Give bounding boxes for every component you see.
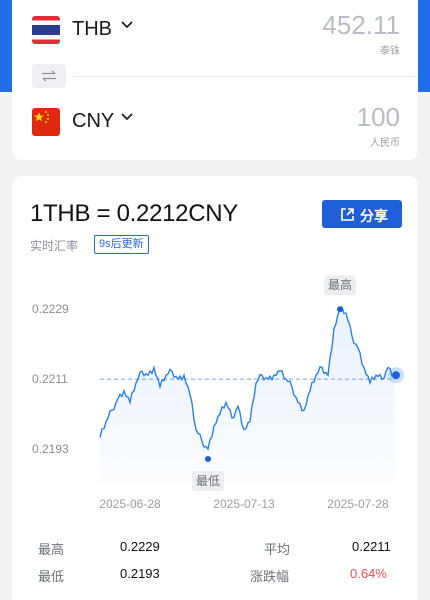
- high-label: 最高: [38, 542, 65, 557]
- update-countdown-badge: 9s后更新: [94, 235, 149, 254]
- rate-line-chart[interactable]: 0.2229 0.2211 0.2193 2025-06-28 2025-07-13 2…: [12, 272, 418, 522]
- avg-value: 0.2211: [352, 539, 391, 554]
- share-external-icon: [341, 208, 354, 221]
- low-value: 0.2193: [120, 566, 160, 581]
- share-button[interactable]: 分享: [322, 200, 402, 228]
- to-currency-code[interactable]: CNY: [72, 110, 114, 133]
- chevron-down-icon[interactable]: [120, 20, 134, 30]
- to-currency-unit: 人民币: [370, 138, 400, 149]
- rate-chart-card: 1THB = 0.2212CNY 分享 实时汇率 9s后更新 0.2229 0.2…: [12, 176, 418, 600]
- y-tick-label: 0.2193: [32, 442, 69, 456]
- current-point[interactable]: [392, 371, 400, 380]
- y-tick-label: 0.2229: [32, 302, 69, 316]
- from-currency-unit: 泰铢: [380, 46, 400, 57]
- x-tick-label: 2025-07-13: [213, 497, 275, 511]
- realtime-rate-label: 实时汇率: [30, 239, 79, 253]
- rate-title: 1THB = 0.2212CNY: [30, 200, 238, 227]
- thailand-flag-icon: [32, 16, 60, 44]
- chevron-down-icon[interactable]: [120, 112, 134, 122]
- swap-button[interactable]: [32, 64, 66, 88]
- share-label: 分享: [360, 208, 388, 224]
- from-amount-input[interactable]: 452.11: [322, 10, 400, 41]
- from-currency-code[interactable]: THB: [72, 18, 112, 41]
- series-area: [100, 307, 394, 484]
- to-amount-input[interactable]: 100: [357, 102, 400, 133]
- min-tag-label: 最低: [196, 474, 220, 488]
- change-label: 涨跌幅: [250, 569, 290, 584]
- swap-arrows-icon: [42, 70, 56, 82]
- avg-label: 平均: [264, 542, 291, 557]
- x-tick-label: 2025-07-28: [327, 497, 389, 511]
- max-tag-label: 最高: [328, 277, 352, 292]
- from-currency-row[interactable]: THB 452.11 泰铢: [12, 2, 418, 58]
- max-point: [337, 306, 343, 313]
- change-value: 0.64%: [350, 566, 387, 581]
- china-flag-icon: [32, 108, 60, 136]
- low-label: 最低: [38, 569, 65, 584]
- converter-card: THB 452.11 泰铢 CNY 100 人民币: [12, 0, 418, 160]
- divider: [74, 76, 418, 77]
- min-point: [205, 456, 211, 463]
- y-tick-label: 0.2211: [32, 372, 68, 386]
- to-currency-row[interactable]: CNY 100 人民币: [12, 94, 418, 150]
- x-tick-label: 2025-06-28: [99, 497, 161, 511]
- high-value: 0.2229: [120, 539, 160, 554]
